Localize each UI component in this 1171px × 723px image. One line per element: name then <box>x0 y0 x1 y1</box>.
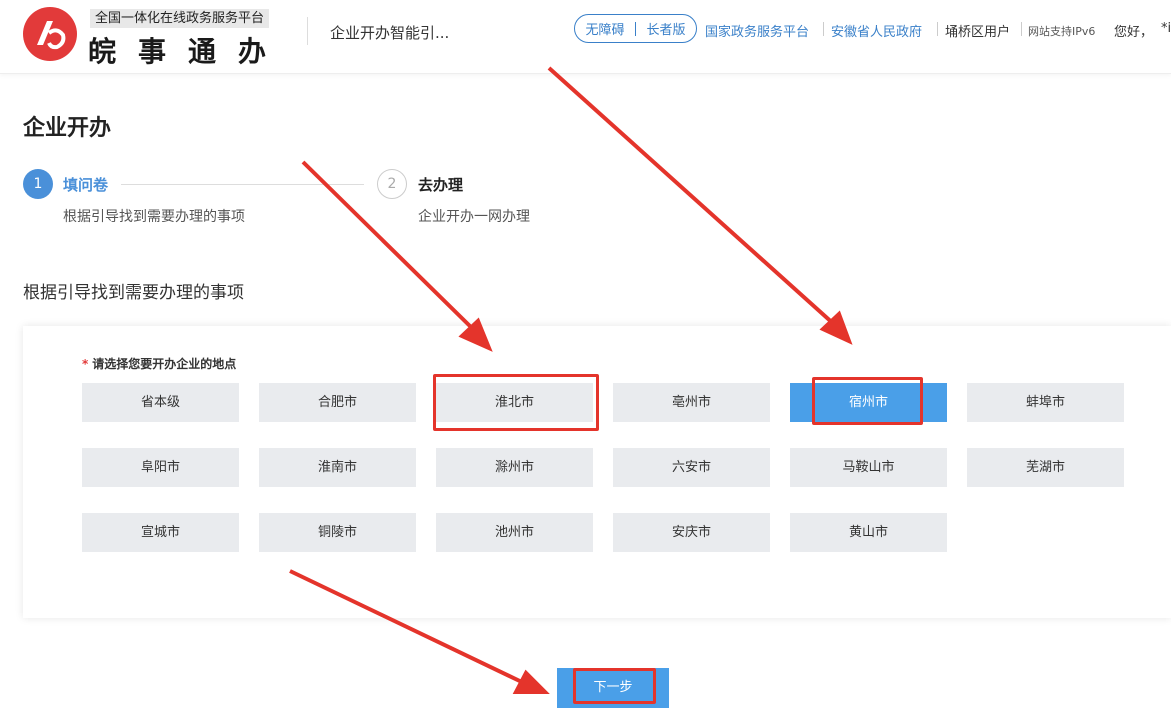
ipv6-badge: 网站支持IPv6 <box>1028 25 1096 38</box>
header-divider <box>307 17 308 45</box>
city-option-anqing[interactable]: 安庆市 <box>613 513 770 552</box>
city-option-bozhou[interactable]: 亳州市 <box>613 383 770 422</box>
header-separator <box>823 22 824 36</box>
region-user-link[interactable]: 埇桥区用户 <box>945 21 1010 40</box>
city-option-chuzhou[interactable]: 滁州市 <box>436 448 593 487</box>
city-option-tongling[interactable]: 铜陵市 <box>259 513 416 552</box>
city-option-xuancheng[interactable]: 宣城市 <box>82 513 239 552</box>
elder-mode-button[interactable]: 长者版 <box>636 19 696 38</box>
city-option-hefei[interactable]: 合肥市 <box>259 383 416 422</box>
city-option-huangshan[interactable]: 黄山市 <box>790 513 947 552</box>
city-option-huainan[interactable]: 淮南市 <box>259 448 416 487</box>
city-option-luan[interactable]: 六安市 <box>613 448 770 487</box>
step-1-description: 根据引导找到需要办理的事项 <box>63 209 245 225</box>
top-header: 全国一体化在线政务服务平台 皖事通办 企业开办智能引... 无障碍 长者版 国家… <box>0 0 1171 74</box>
greeting-text: 您好， <box>1114 25 1154 40</box>
step-connector <box>121 184 364 185</box>
city-option-province[interactable]: 省本级 <box>82 383 239 422</box>
location-label-text: 请选择您要开办企业的地点 <box>92 357 237 371</box>
city-option-chizhou[interactable]: 池州市 <box>436 513 593 552</box>
city-option-wuhu[interactable]: 芜湖市 <box>967 448 1124 487</box>
accessible-mode-button[interactable]: 无障碍 <box>575 19 635 38</box>
next-step-button[interactable]: 下一步 <box>557 668 669 708</box>
city-option-suzhou-selected[interactable]: 宿州市 <box>790 383 947 422</box>
logo-name: 皖事通办 <box>88 35 289 68</box>
logo-tagline: 全国一体化在线政务服务平台 <box>90 9 270 28</box>
city-option-huaibei[interactable]: 淮北市 <box>436 383 593 422</box>
city-option-bengbu[interactable]: 蚌埠市 <box>967 383 1124 422</box>
arrow-to-suzhou <box>547 66 838 328</box>
step-1-label: 填问卷 <box>63 176 109 194</box>
step-2-description: 企业开办一网办理 <box>418 209 530 225</box>
user-name-truncated[interactable]: *i <box>1161 21 1171 36</box>
city-option-fuyang[interactable]: 阜阳市 <box>82 448 239 487</box>
city-option-maanshan[interactable]: 马鞍山市 <box>790 448 947 487</box>
step-1-indicator: 1 <box>23 169 53 199</box>
accessibility-toggle-group: 无障碍 长者版 <box>574 14 697 43</box>
arrow-head-next <box>512 669 550 694</box>
header-separator <box>1021 22 1022 36</box>
required-mark: * <box>82 357 89 371</box>
province-gov-link[interactable]: 安徽省人民政府 <box>831 21 922 40</box>
national-portal-link[interactable]: 国家政务服务平台 <box>705 21 809 40</box>
step-2-indicator: 2 <box>377 169 407 199</box>
page-title: 企业开办 <box>23 116 112 141</box>
header-title: 企业开办智能引... <box>330 24 450 42</box>
header-separator <box>937 22 938 36</box>
logo-icon[interactable] <box>23 7 77 61</box>
section-title: 根据引导找到需要办理的事项 <box>23 283 244 303</box>
step-2-label: 去办理 <box>418 176 464 194</box>
location-label: * 请选择您要开办企业的地点 <box>82 355 236 372</box>
